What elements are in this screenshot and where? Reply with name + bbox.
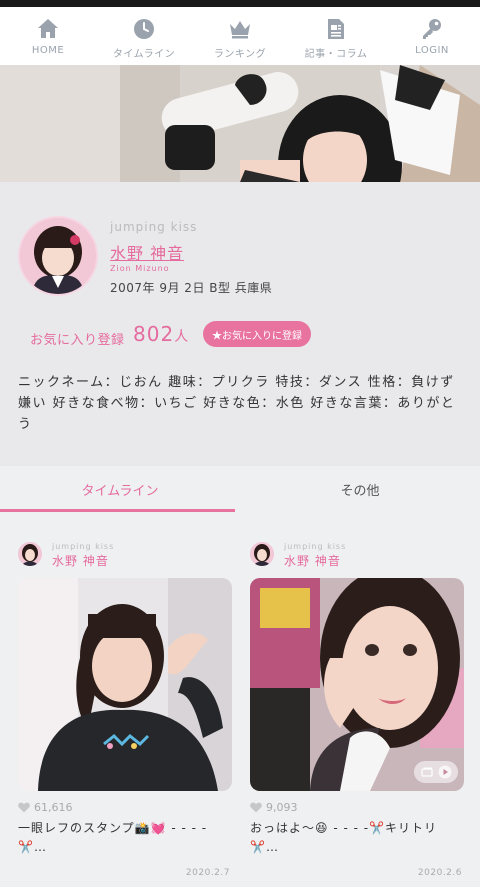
profile-bio: ニックネーム：じおん 趣味：プリクラ 特技：ダンス 性格：負けず嫌い 好きな食べ… — [18, 375, 456, 432]
like-count-value: 61,616 — [34, 801, 73, 814]
post-header: jumping kiss 水野 神音 — [250, 542, 464, 570]
post-group-name: jumping kiss — [52, 542, 115, 551]
nav-label: LOGIN — [415, 45, 449, 56]
timeline-feed: jumping kiss 水野 神音 61,616 一眼レフのスタンプ📸💓 - … — [0, 512, 480, 887]
video-badge — [414, 761, 458, 783]
tab-other[interactable]: その他 — [240, 466, 480, 512]
post-header: jumping kiss 水野 神音 — [18, 542, 232, 570]
heart-icon — [250, 802, 262, 813]
post-photo[interactable] — [250, 578, 464, 791]
birth-info: 2007年 9月 2日 B型 兵庫県 — [110, 281, 273, 295]
group-name[interactable]: jumping kiss — [110, 220, 197, 234]
post-group-name: jumping kiss — [284, 542, 347, 551]
profile-banner-image — [0, 65, 480, 182]
post-member-name[interactable]: 水野 神音 — [52, 552, 109, 569]
nav-label: タイムライン — [112, 49, 176, 60]
top-nav: HOME タイムライン ランキング 記事・コラム LOGIN — [0, 7, 480, 65]
post-caption[interactable]: おっはよ〜😆 - - - -✂️キリトリ✂️… — [250, 819, 464, 857]
nav-label: ランキング — [213, 49, 267, 60]
nav-label: HOME — [31, 45, 65, 56]
like-count-value: 9,093 — [266, 801, 298, 814]
nav-item-home[interactable]: HOME — [0, 7, 96, 65]
clock-icon — [134, 19, 154, 39]
like-count[interactable]: 9,093 — [250, 801, 298, 814]
content-tabs: タイムライン その他 — [0, 466, 480, 512]
home-icon — [38, 19, 58, 38]
play-icon — [438, 765, 451, 779]
avatar — [18, 216, 98, 296]
profile-section: jumping kiss 水野 神音 Zion Mizuno 2007年 9月 … — [0, 182, 480, 466]
avatar[interactable] — [250, 542, 274, 566]
tab-timeline[interactable]: タイムライン — [0, 466, 240, 512]
favorite-count-value: 802 — [133, 322, 175, 346]
member-name[interactable]: 水野 神音 — [110, 240, 184, 264]
gallery-icon — [420, 767, 433, 777]
favorite-count: 802人 — [133, 322, 189, 346]
nav-item-login[interactable]: LOGIN — [384, 7, 480, 65]
post-member-name[interactable]: 水野 神音 — [284, 552, 341, 569]
heart-icon — [18, 802, 30, 813]
nav-item-timeline[interactable]: タイムライン — [96, 7, 192, 65]
favorite-count-unit: 人 — [174, 329, 190, 345]
like-count[interactable]: 61,616 — [18, 801, 73, 814]
post-caption[interactable]: 一眼レフのスタンプ📸💓 - - - - ✂️… — [18, 819, 232, 857]
post-photo[interactable] — [18, 578, 232, 791]
avatar[interactable] — [18, 542, 42, 566]
nav-item-articles[interactable]: 記事・コラム — [288, 7, 384, 65]
post-date: 2020.2.6 — [417, 868, 462, 878]
status-bar — [0, 0, 480, 7]
add-favorite-button[interactable]: ★お気に入りに登録 — [203, 321, 311, 347]
nav-item-ranking[interactable]: ランキング — [192, 7, 288, 65]
member-romaji: Zion Mizuno — [110, 264, 170, 273]
document-icon — [328, 19, 344, 39]
nav-label: 記事・コラム — [304, 49, 368, 60]
key-icon — [423, 19, 441, 39]
favorite-label: お気に入り登録 — [30, 333, 125, 348]
post-date: 2020.2.7 — [185, 868, 230, 878]
crown-icon — [230, 21, 250, 39]
